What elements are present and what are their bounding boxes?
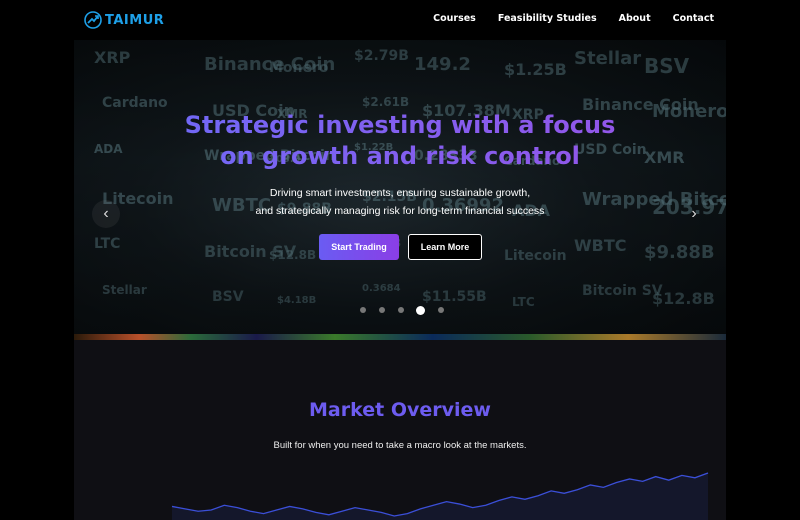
start-trading-button[interactable]: Start Trading bbox=[319, 234, 399, 260]
nav-links: Courses Feasibility Studies About Contac… bbox=[411, 13, 714, 24]
brand-logo[interactable]: TAIMUR bbox=[84, 10, 164, 30]
nav-link-feasibility-studies[interactable]: Feasibility Studies bbox=[498, 13, 597, 24]
market-overview-title: Market Overview bbox=[309, 399, 491, 421]
carousel-prev-button[interactable]: ‹ bbox=[92, 200, 120, 228]
hero-carousel: XRPCardanoADALitecoinLTCStellarBinance C… bbox=[74, 40, 726, 340]
carousel-dot-2[interactable] bbox=[378, 307, 385, 313]
carousel-dot-5[interactable] bbox=[438, 307, 444, 313]
market-overview-subtitle: Built for when you need to take a macro … bbox=[273, 440, 527, 451]
hero-subtitle: Driving smart investments, ensuring sust… bbox=[74, 184, 726, 220]
carousel-next-button[interactable]: › bbox=[680, 200, 708, 228]
top-nav: TAIMUR Courses Feasibility Studies About… bbox=[74, 0, 726, 40]
hero-title-line-2: on growth and risk control bbox=[220, 142, 580, 170]
hero-subtitle-line-2: and strategically managing risk for long… bbox=[255, 205, 545, 217]
chevron-left-icon: ‹ bbox=[103, 205, 109, 222]
hero-title-line-1: Strategic investing with a focus bbox=[184, 111, 616, 139]
hero-subtitle-line-1: Driving smart investments, ensuring sust… bbox=[269, 187, 531, 199]
nav-link-contact[interactable]: Contact bbox=[673, 13, 714, 24]
carousel-dot-1[interactable] bbox=[360, 307, 366, 313]
nav-link-courses[interactable]: Courses bbox=[433, 13, 476, 24]
nav-link-about[interactable]: About bbox=[619, 13, 651, 24]
chevron-right-icon: › bbox=[691, 205, 697, 222]
page-frame: TAIMUR Courses Feasibility Studies About… bbox=[74, 0, 726, 520]
market-overview-section: Market Overview Built for when you need … bbox=[74, 340, 726, 520]
logo-icon bbox=[84, 11, 102, 29]
carousel-dot-4[interactable] bbox=[416, 305, 426, 315]
brand-name: TAIMUR bbox=[105, 12, 165, 28]
learn-more-button[interactable]: Learn More bbox=[408, 234, 482, 260]
carousel-indicators bbox=[360, 302, 444, 318]
market-line-chart[interactable] bbox=[82, 465, 718, 520]
carousel-dot-3[interactable] bbox=[397, 307, 404, 313]
hero-title: Strategic investing with a focus on grow… bbox=[74, 110, 726, 172]
